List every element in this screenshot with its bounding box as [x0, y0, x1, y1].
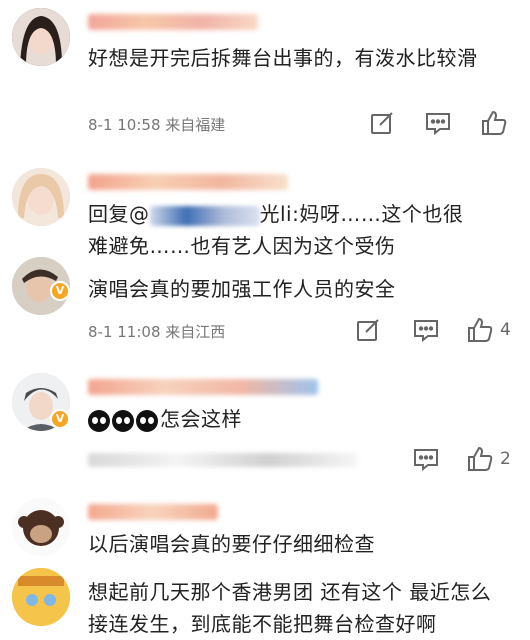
comment-text: 演唱会真的要加强工作人员的安全 — [88, 277, 396, 301]
emoji-icon — [136, 409, 158, 432]
like-count: 4 — [500, 320, 511, 340]
avatar[interactable] — [12, 8, 70, 66]
avatar[interactable] — [12, 168, 70, 226]
avatar[interactable] — [12, 568, 70, 626]
thumbs-up-icon[interactable] — [480, 109, 508, 137]
username-blurred[interactable] — [88, 174, 288, 190]
comment-text: 怎会这样 — [88, 403, 508, 435]
verified-badge: V — [50, 281, 70, 301]
comment-icon[interactable] — [424, 109, 452, 137]
comment-text: 好想是开完后拆舞台出事的，有泼水比较滑 — [88, 46, 478, 70]
comment-item: 回复@ 光li:妈呀……这个也很 难避免……也有艺人因为这个受伤 — [0, 160, 530, 265]
comment-item: 好想是开完后拆舞台出事的，有泼水比较滑 8-1 10:58 来自福建 — [0, 0, 530, 150]
comment-meta: 8-1 11:08 来自江西 — [88, 323, 226, 341]
edit-icon[interactable] — [368, 109, 396, 137]
username-blurred[interactable] — [88, 379, 318, 395]
comment-icon[interactable] — [412, 316, 440, 344]
comment-text: 回复@ 光li:妈呀……这个也很 难避免……也有艺人因为这个受伤 — [88, 198, 508, 262]
avatar[interactable] — [12, 498, 70, 556]
username-blurred[interactable] — [88, 504, 218, 520]
emoji-icon — [112, 409, 134, 432]
comment-item: 想起前几天那个香港男团 还有这个 最近怎么接连发生，到底能不能把舞台检查好啊 — [0, 568, 530, 640]
comment-icon[interactable] — [412, 445, 440, 473]
comment-item: 以后演唱会真的要仔仔细细检查 — [0, 490, 530, 570]
like-count: 2 — [500, 449, 511, 469]
comment-text: 想起前几天那个香港男团 还有这个 最近怎么接连发生，到底能不能把舞台检查好啊 — [88, 580, 492, 636]
emoji-icon — [88, 409, 110, 432]
reply-prefix: 回复@ — [88, 202, 150, 226]
reply-name-blurred[interactable] — [149, 205, 260, 226]
verified-badge: V — [50, 409, 70, 429]
comment-item: V 演唱会真的要加强工作人员的安全 8-1 11:08 来自江西 4 — [0, 257, 530, 360]
meta-blurred — [88, 453, 358, 467]
username-blurred[interactable] — [88, 14, 258, 30]
comment-meta: 8-1 10:58 来自福建 — [88, 116, 226, 134]
comment-text: 以后演唱会真的要仔仔细细检查 — [88, 532, 375, 556]
reply-name-tail[interactable]: 光li — [260, 202, 293, 226]
thumbs-up-icon[interactable] — [466, 445, 494, 473]
edit-icon[interactable] — [354, 316, 382, 344]
comment-item: V 怎会这样 2 — [0, 365, 530, 485]
reply-text-line1: :妈呀……这个也很 — [292, 202, 464, 226]
reply-text-line2: 难避免……也有艺人因为这个受伤 — [88, 234, 396, 258]
thumbs-up-icon[interactable] — [466, 316, 494, 344]
comment-text-body: 怎会这样 — [160, 407, 242, 431]
